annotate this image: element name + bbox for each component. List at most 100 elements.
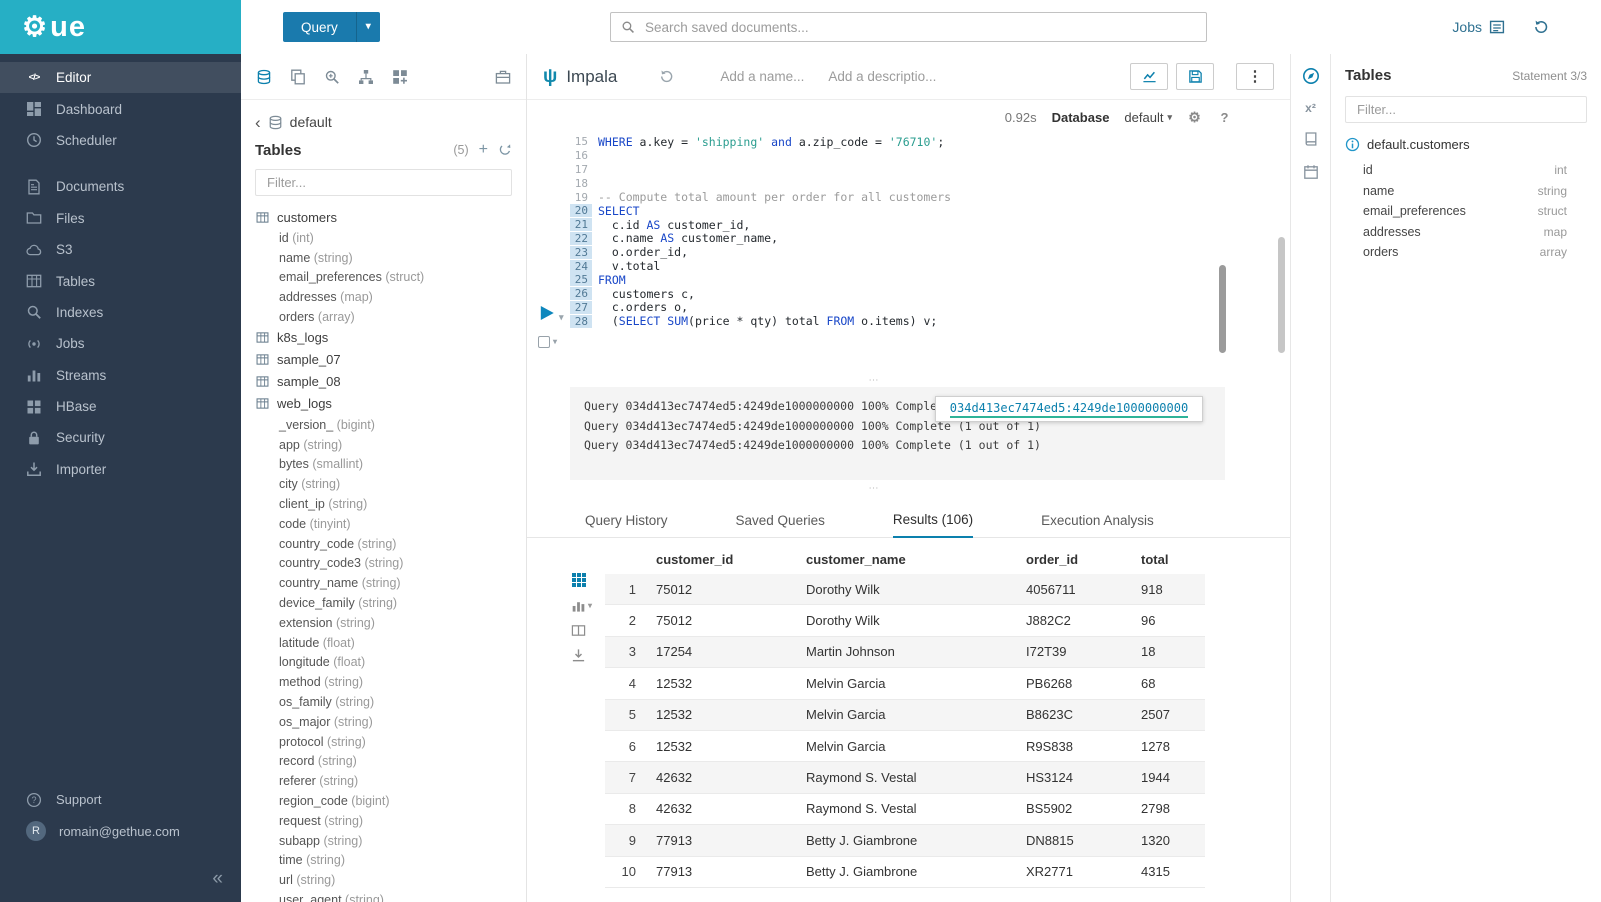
schedule-icon[interactable] xyxy=(1303,164,1319,180)
assist-filter-input[interactable] xyxy=(265,174,502,191)
query-name-input[interactable] xyxy=(718,68,810,85)
sidebar-item-jobs[interactable]: Jobs xyxy=(0,328,241,359)
result-row[interactable]: 612532Melvin GarciaR9S8381278 xyxy=(605,731,1205,762)
tab-query-history[interactable]: Query History xyxy=(585,513,668,537)
result-row[interactable]: 412532Melvin GarciaPB626868 xyxy=(605,668,1205,699)
header-total[interactable]: total xyxy=(1135,552,1205,567)
sidebar-item-tables[interactable]: Tables xyxy=(0,265,241,296)
database-name[interactable]: default xyxy=(290,114,332,130)
help-icon[interactable]: ? xyxy=(1217,110,1232,125)
sidebar-item-hbase[interactable]: HBase xyxy=(0,391,241,422)
assist-table-customers[interactable]: customers xyxy=(241,206,526,228)
assist-column-id[interactable]: id (int) xyxy=(241,228,526,248)
info-icon[interactable] xyxy=(1345,137,1360,152)
execute-button[interactable]: ▾ xyxy=(538,304,564,322)
assist-column-orders[interactable]: orders (array) xyxy=(241,307,526,327)
sidebar-item-scheduler[interactable]: Scheduler xyxy=(0,125,241,156)
assist-column-url[interactable]: url (string) xyxy=(241,870,526,890)
sidebar-item-editor[interactable]: </>Editor xyxy=(0,62,241,93)
assist-column-_version_[interactable]: _version_ (bigint) xyxy=(241,415,526,435)
result-row[interactable]: 512532Melvin GarciaB8623C2507 xyxy=(605,700,1205,731)
execute-options-caret-icon[interactable]: ▾ xyxy=(559,313,564,322)
assist-column-bytes[interactable]: bytes (smallint) xyxy=(241,455,526,475)
sidebar-item-files[interactable]: Files xyxy=(0,203,241,234)
sidebar-item-streams[interactable]: Streams xyxy=(0,360,241,391)
right-panel-column-addresses[interactable]: addressesmap xyxy=(1345,222,1587,243)
assist-column-referer[interactable]: referer (string) xyxy=(241,771,526,791)
assist-column-app[interactable]: app (string) xyxy=(241,435,526,455)
assist-column-extension[interactable]: extension (string) xyxy=(241,613,526,633)
add-icon[interactable]: + xyxy=(479,142,488,158)
grid-view-button[interactable] xyxy=(571,572,592,588)
right-panel-column-name[interactable]: namestring xyxy=(1345,181,1587,202)
tab-saved-queries[interactable]: Saved Queries xyxy=(736,513,825,537)
search-source-icon[interactable] xyxy=(324,69,340,85)
assist-column-device_family[interactable]: device_family (string) xyxy=(241,593,526,613)
assist-column-subapp[interactable]: subapp (string) xyxy=(241,831,526,851)
assist-column-method[interactable]: method (string) xyxy=(241,672,526,692)
query-dropdown-caret[interactable]: ▾ xyxy=(356,12,380,42)
resize-handle-bottom[interactable]: ⋯ xyxy=(527,484,1220,492)
query-button[interactable]: Query ▾ xyxy=(283,12,380,42)
query-history-icon[interactable] xyxy=(659,69,674,84)
query-description-input[interactable] xyxy=(826,68,944,85)
assist-column-os_major[interactable]: os_major (string) xyxy=(241,712,526,732)
sidebar-item-documents[interactable]: Documents xyxy=(0,171,241,202)
assist-table-web_logs[interactable]: web_logs xyxy=(241,393,526,415)
briefcase-icon[interactable] xyxy=(495,69,511,85)
assist-column-country_name[interactable]: country_name (string) xyxy=(241,573,526,593)
assist-column-city[interactable]: city (string) xyxy=(241,474,526,494)
assist-column-code[interactable]: code (tinyint) xyxy=(241,514,526,534)
assist-column-client_ip[interactable]: client_ip (string) xyxy=(241,494,526,514)
result-row[interactable]: 275012Dorothy WilkJ882C296 xyxy=(605,605,1205,636)
right-panel-column-orders[interactable]: ordersarray xyxy=(1345,242,1587,263)
assist-table-sample_08[interactable]: sample_08 xyxy=(241,371,526,393)
settings-gear-icon[interactable]: ⚙ xyxy=(1187,110,1202,125)
header-customer_name[interactable]: customer_name xyxy=(800,552,1020,567)
search-input[interactable] xyxy=(643,19,1206,36)
sitemap-source-icon[interactable] xyxy=(358,69,374,85)
assist-column-protocol[interactable]: protocol (string) xyxy=(241,732,526,752)
save-button[interactable] xyxy=(1176,63,1214,90)
chart-view-button[interactable]: ▾ xyxy=(571,598,592,613)
active-table-row[interactable]: default.customers xyxy=(1345,137,1587,152)
result-row[interactable]: 977913Betty J. GiambroneDN88151320 xyxy=(605,825,1205,856)
assist-column-region_code[interactable]: region_code (bigint) xyxy=(241,791,526,811)
header-order_id[interactable]: order_id xyxy=(1020,552,1135,567)
result-row[interactable]: 1077913Betty J. GiambroneXR27714315 xyxy=(605,857,1205,888)
code-editor[interactable]: 15WHERE a.key = 'shipping' and a.zip_cod… xyxy=(570,135,1220,331)
sidebar-item-dashboard[interactable]: Dashboard xyxy=(0,93,241,124)
resize-handle-top[interactable]: ⋯ xyxy=(527,376,1220,384)
assist-column-country_code[interactable]: country_code (string) xyxy=(241,534,526,554)
assist-column-name[interactable]: name (string) xyxy=(241,248,526,268)
assist-column-request[interactable]: request (string) xyxy=(241,811,526,831)
apps-source-icon[interactable] xyxy=(392,69,408,85)
documents-source-icon[interactable] xyxy=(290,69,306,85)
language-reference-icon[interactable] xyxy=(1303,131,1319,147)
snippet-settings-button[interactable]: ▾ xyxy=(538,336,557,348)
right-panel-filter-input[interactable] xyxy=(1355,101,1577,118)
result-row[interactable]: 842632Raymond S. VestalBS59022798 xyxy=(605,794,1205,825)
sidebar-collapse-button[interactable]: « xyxy=(212,867,223,890)
assist-table-k8s_logs[interactable]: k8s_logs xyxy=(241,327,526,349)
tab-execution-analysis[interactable]: Execution Analysis xyxy=(1041,513,1154,537)
more-actions-button[interactable]: ⋮ xyxy=(1236,63,1274,90)
columns-toggle-button[interactable] xyxy=(571,623,592,638)
refresh-icon[interactable] xyxy=(498,143,512,157)
assist-column-email_preferences[interactable]: email_preferences (struct) xyxy=(241,268,526,288)
tab-results-106[interactable]: Results (106) xyxy=(893,512,973,538)
assist-column-country_code3[interactable]: country_code3 (string) xyxy=(241,554,526,574)
assist-column-user_agent[interactable]: user_agent (string) xyxy=(241,890,526,902)
assist-table-sample_07[interactable]: sample_07 xyxy=(241,349,526,371)
assistant-compass-icon[interactable] xyxy=(1302,67,1320,85)
header-customer_id[interactable]: customer_id xyxy=(650,552,800,567)
sidebar-item-indexes[interactable]: Indexes xyxy=(0,297,241,328)
history-button[interactable] xyxy=(1533,0,1549,54)
sidebar-item-importer[interactable]: Importer xyxy=(0,454,241,485)
download-button[interactable] xyxy=(571,648,592,663)
assist-column-addresses[interactable]: addresses (map) xyxy=(241,287,526,307)
editor-scrollbar[interactable] xyxy=(1219,265,1226,353)
right-panel-column-email_preferences[interactable]: email_preferencesstruct xyxy=(1345,201,1587,222)
right-panel-column-id[interactable]: idint xyxy=(1345,160,1587,181)
assist-column-longitude[interactable]: longitude (float) xyxy=(241,653,526,673)
